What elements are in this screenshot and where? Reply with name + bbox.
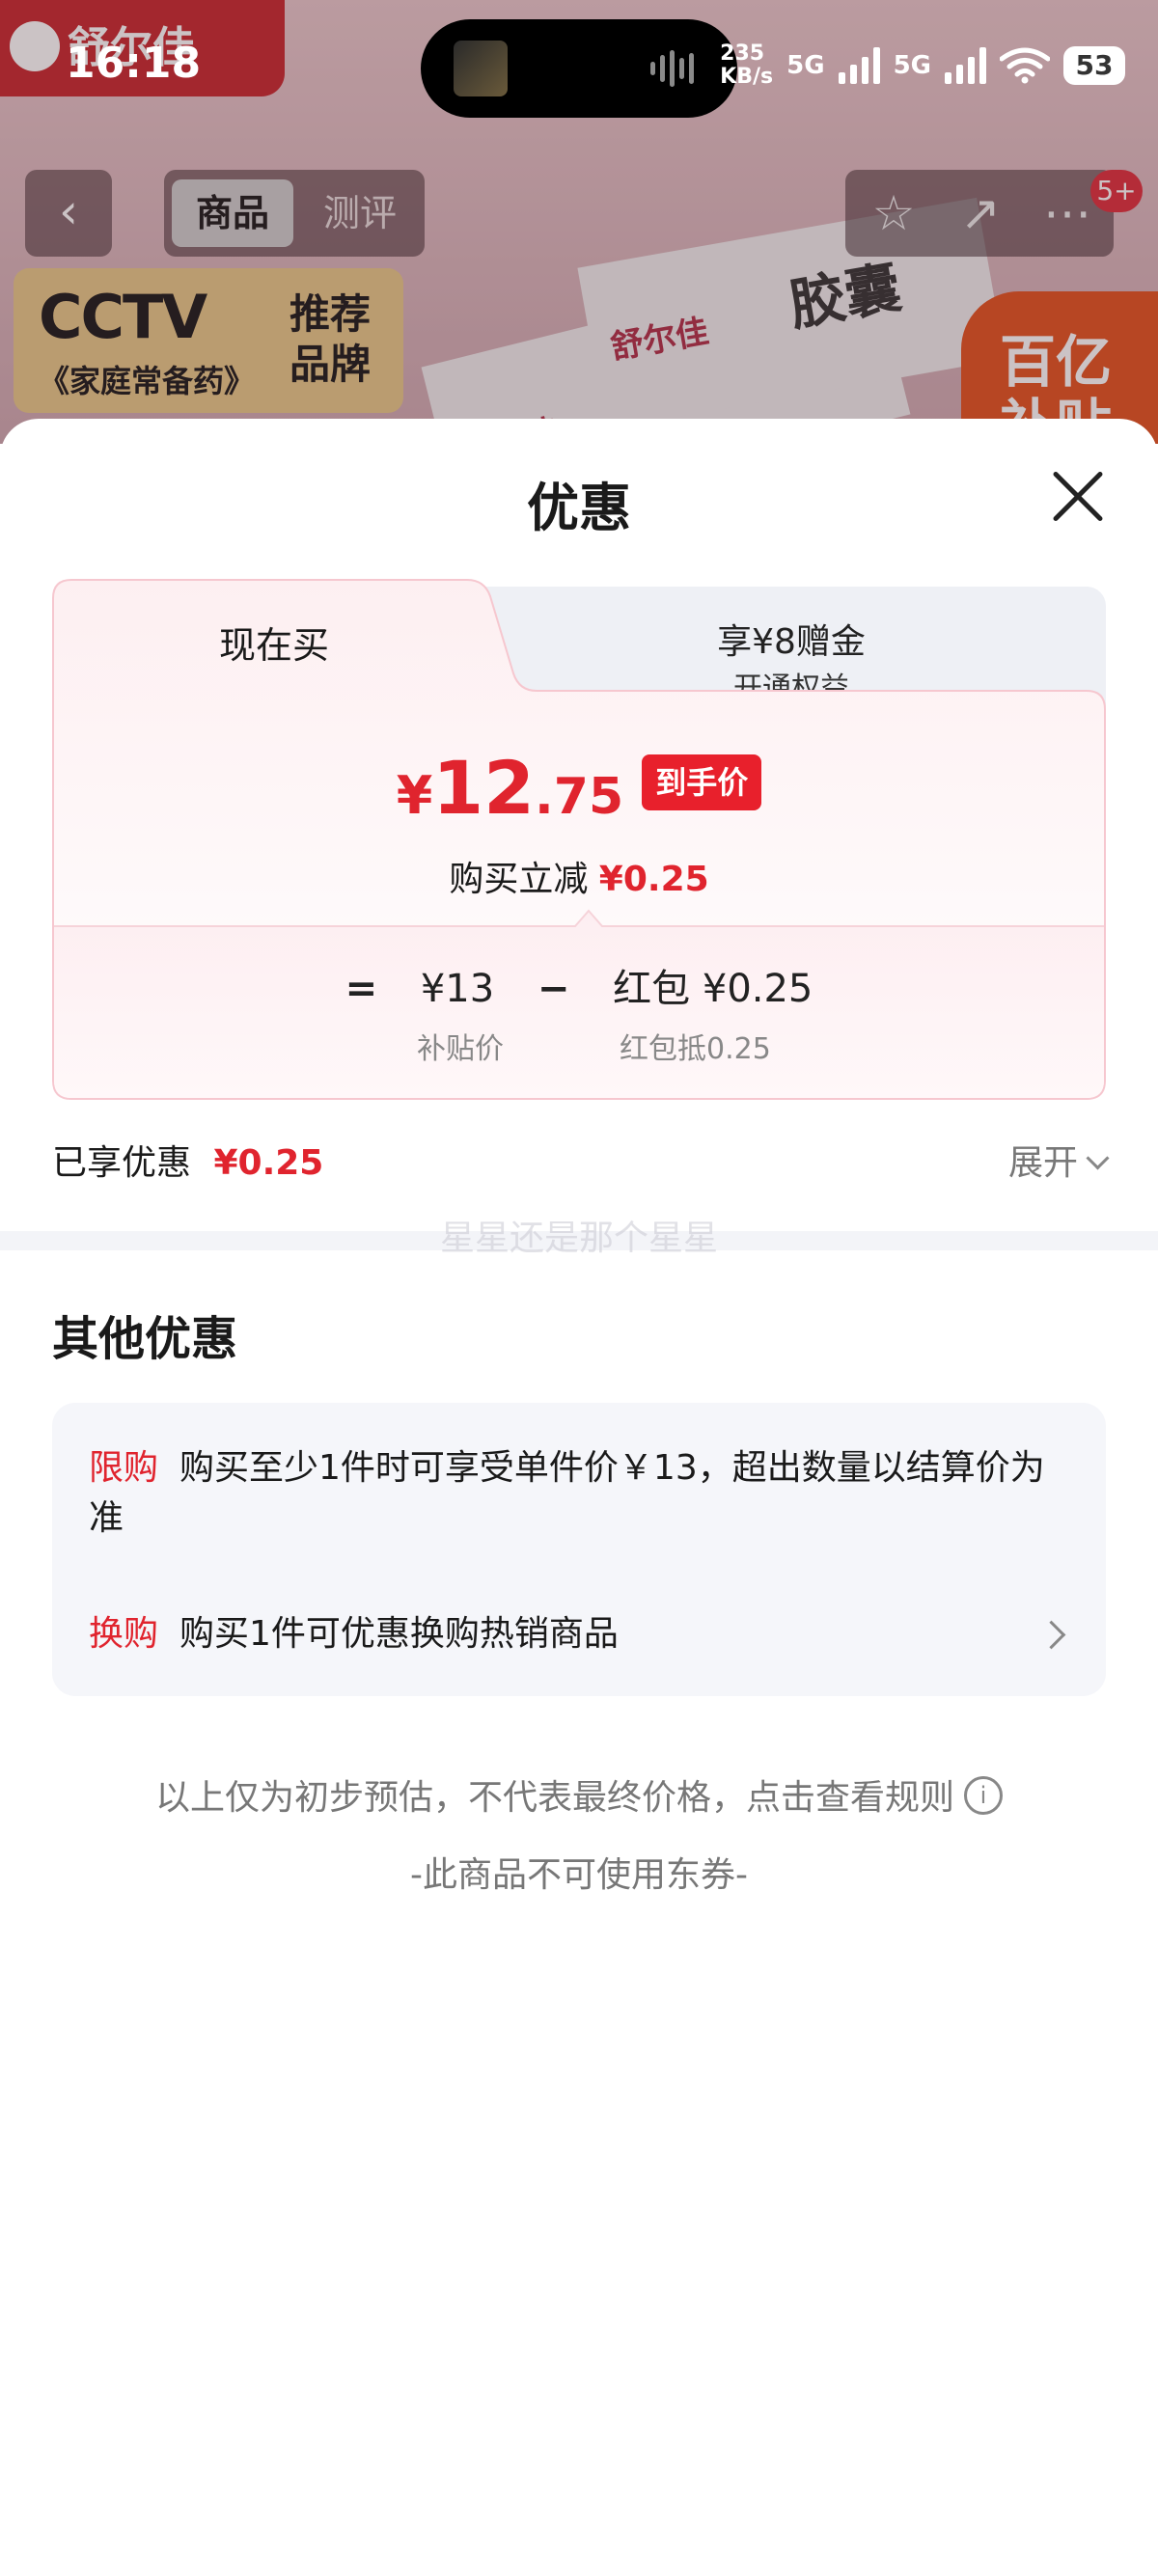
offer-purchase-limit: 限购 购买至少1件时可享受单件价￥13，超出数量以结算价为准 (89, 1443, 1054, 1544)
instant-discount: 购买立减 ¥0.25 (52, 851, 1106, 901)
offer-tag: 限购 (89, 1448, 159, 1488)
enjoyed-discount-amount: ¥0.25 (213, 1143, 324, 1183)
instant-discount-label: 购买立减 (449, 860, 589, 899)
chevron-down-icon (1086, 1146, 1110, 1170)
speed-value: 235 (720, 41, 765, 66)
price-breakdown-card: 享¥8赠金 开通权益 现在买 ¥12.75 到手价 购买立减 ¥0.25 = ¥… (52, 579, 1106, 1100)
final-price-badge: 到手价 (642, 754, 762, 810)
formula-minus: − (537, 967, 570, 1011)
formula-subsidy-price: ¥13 (420, 967, 495, 1011)
price-disclaimer[interactable]: 以上仅为初步预估，不代表最终价格，点击查看规则 i (0, 1769, 1158, 1820)
audio-wave-icon (650, 50, 708, 89)
expand-label: 展开 (1007, 1143, 1078, 1183)
sheet-title: 优惠 (527, 478, 631, 538)
price-disclaimer-text: 以上仅为初步预估，不代表最终价格，点击查看规则 (154, 1778, 954, 1818)
signal-label-1: 5G (786, 51, 825, 80)
formula-red-packet: 红包 ¥0.25 (613, 967, 813, 1011)
enjoyed-discount: 已享优惠 ¥0.25 (52, 1135, 323, 1185)
signal-bars-icon (838, 47, 880, 84)
wifi-icon (1000, 47, 1050, 84)
price-decimal: .75 (535, 768, 624, 826)
album-art-icon (454, 41, 508, 96)
formula-equals: = (345, 967, 378, 1011)
offer-tag: 换购 (89, 1614, 159, 1654)
instant-discount-amount: ¥0.25 (598, 860, 709, 899)
signal-bars-icon (945, 47, 986, 84)
tab-buy-now[interactable]: 现在买 (52, 616, 496, 669)
final-price-value: ¥12.75 (397, 745, 623, 831)
dynamic-island[interactable] (421, 19, 737, 118)
system-indicators: 235 KB/s 5G 5G 53 (720, 37, 1125, 95)
expand-button[interactable]: 展开 (1007, 1135, 1110, 1185)
network-speed: 235 KB/s (720, 42, 773, 89)
coupon-notice: -此商品不可使用东券- (410, 1855, 748, 1895)
battery-icon: 53 (1063, 46, 1125, 85)
discount-sheet: 优惠 享¥8赠金 开通权益 现在买 ¥12.75 到手价 购买立减 ¥0.25 … (0, 419, 1158, 2576)
price-formula: = ¥13 − 红包 ¥0.25 (52, 957, 1106, 1013)
status-bar: 16:18 235 KB/s 5G 5G 53 (0, 0, 1158, 135)
speed-unit: KB/s (720, 65, 774, 89)
offer-text: 购买1件可优惠换购热销商品 (179, 1614, 619, 1654)
offer-text: 购买至少1件时可享受单件价￥13，超出数量以结算价为准 (89, 1448, 1045, 1538)
other-offers-title: 其他优惠 (52, 1312, 238, 1366)
price-integer: 12 (432, 745, 536, 831)
subsidy-price-label: 补贴价 (417, 1032, 504, 1066)
info-icon[interactable]: i (964, 1776, 1003, 1815)
final-price: ¥12.75 到手价 (52, 745, 1106, 831)
clock: 16:18 (66, 39, 202, 88)
close-icon[interactable] (1050, 469, 1104, 523)
other-offers-card: 限购 购买至少1件时可享受单件价￥13，超出数量以结算价为准 换购 购买1件可优惠换… (52, 1403, 1106, 1696)
red-packet-label: 红包抵0.25 (620, 1032, 771, 1066)
offer-trade-in[interactable]: 换购 购买1件可优惠换购热销商品 (89, 1609, 1054, 1659)
enjoyed-discount-label: 已享优惠 (52, 1143, 192, 1183)
signal-label-2: 5G (893, 51, 931, 80)
watermark: 星星还是那个星星 (439, 1219, 718, 1258)
price-currency: ¥ (396, 765, 433, 826)
